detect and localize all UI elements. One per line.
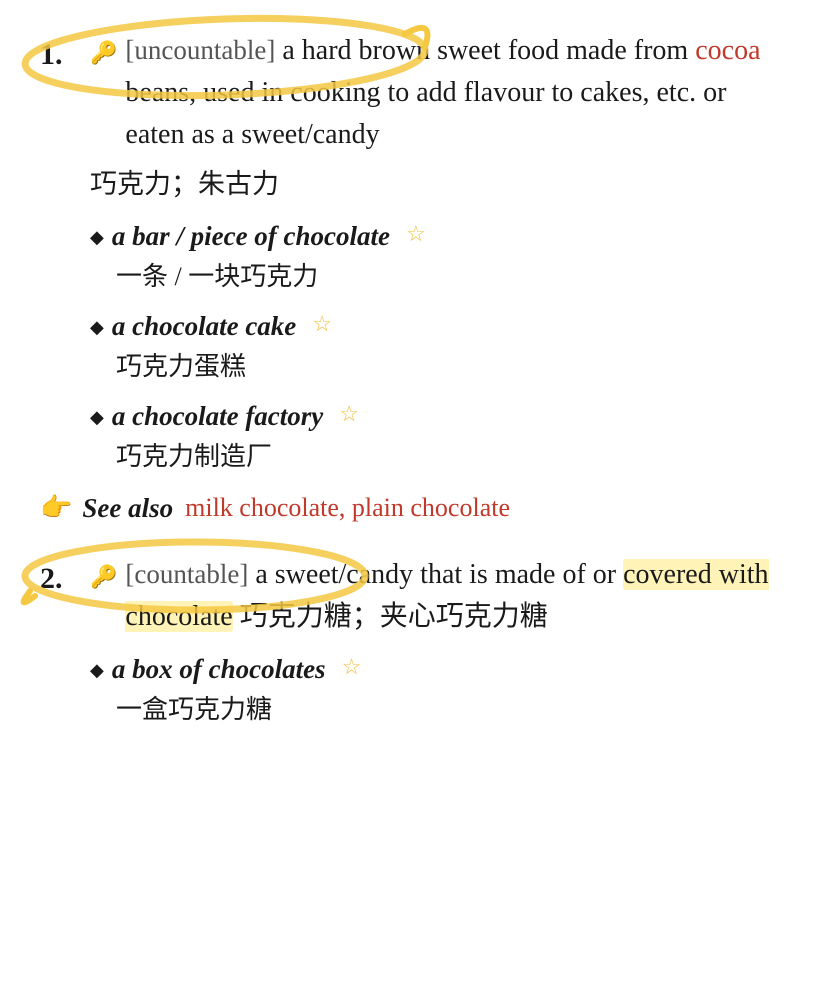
entry-2-definition: [countable] a sweet/candy that is made o… <box>125 554 788 638</box>
cocoa-link[interactable]: cocoa <box>695 35 760 66</box>
entry-1: 1. 🔑 [uncountable] a hard brown sweet fo… <box>40 30 788 524</box>
example-item-1-2: ◆ a chocolate cake ☆ 巧克力蛋糕 <box>90 311 788 383</box>
see-also-icon: 👉 <box>40 493 72 523</box>
examples-list-2: ◆ a box of chocolates ☆ 一盒巧克力糖 <box>90 654 788 726</box>
diamond-2-1: ◆ <box>90 660 104 681</box>
see-also-label: See also <box>82 493 173 524</box>
example-item-2-1: ◆ a box of chocolates ☆ 一盒巧克力糖 <box>90 654 788 726</box>
example-chinese-1-1: 一条 / 一块巧克力 <box>116 256 788 293</box>
entry-2: 2. 🔑 [countable] a sweet/candy that is m… <box>40 554 788 726</box>
example-chinese-1-2: 巧克力蛋糕 <box>116 346 788 383</box>
examples-list-1: ◆ a bar / piece of chocolate ☆ 一条 / 一块巧克… <box>90 221 788 473</box>
grammar-tag-1: [uncountable] <box>125 35 275 65</box>
star-icon-1-3[interactable]: ☆ <box>339 401 359 427</box>
def-text-1b: beans, used in cooking to add flavour to… <box>125 77 726 150</box>
key-icon-2: 🔑 <box>90 560 117 593</box>
example-chinese-1-3: 巧克力制造厂 <box>116 436 788 473</box>
entry-1-chinese: 巧克力；朱古力 <box>90 164 788 205</box>
example-item-1-3: ◆ a chocolate factory ☆ 巧克力制造厂 <box>90 401 788 473</box>
diamond-1-2: ◆ <box>90 317 104 338</box>
entry-1-header: 1. 🔑 [uncountable] a hard brown sweet fo… <box>40 30 788 156</box>
star-icon-1-2[interactable]: ☆ <box>312 311 332 337</box>
diamond-1-1: ◆ <box>90 227 104 248</box>
star-icon-2-1[interactable]: ☆ <box>342 654 362 680</box>
example-phrase-1-1: a bar / piece of chocolate <box>112 221 390 252</box>
example-phrase-1-3: a chocolate factory <box>112 401 323 432</box>
key-icon-1: 🔑 <box>90 36 117 69</box>
see-also-row: 👉 See also milk chocolate, plain chocola… <box>40 493 788 524</box>
example-phrase-1-2: a chocolate cake <box>112 311 296 342</box>
example-item-1-1: ◆ a bar / piece of chocolate ☆ 一条 / 一块巧克… <box>90 221 788 293</box>
example-phrase-2-1: a box of chocolates <box>112 654 326 685</box>
entry-2-number: 2. <box>40 556 90 601</box>
def-text-1a: a hard brown sweet food made from <box>275 35 695 66</box>
diamond-1-3: ◆ <box>90 407 104 428</box>
example-chinese-2-1: 一盒巧克力糖 <box>116 689 788 726</box>
see-also-links[interactable]: milk chocolate, plain chocolate <box>185 493 510 523</box>
entry-1-number: 1. <box>40 32 90 77</box>
entry-1-definition: [uncountable] a hard brown sweet food ma… <box>125 30 788 156</box>
star-icon-1-1[interactable]: ☆ <box>406 221 426 247</box>
grammar-tag-2: [countable] <box>125 559 248 589</box>
entry-2-header: 2. 🔑 [countable] a sweet/candy that is m… <box>40 554 788 638</box>
